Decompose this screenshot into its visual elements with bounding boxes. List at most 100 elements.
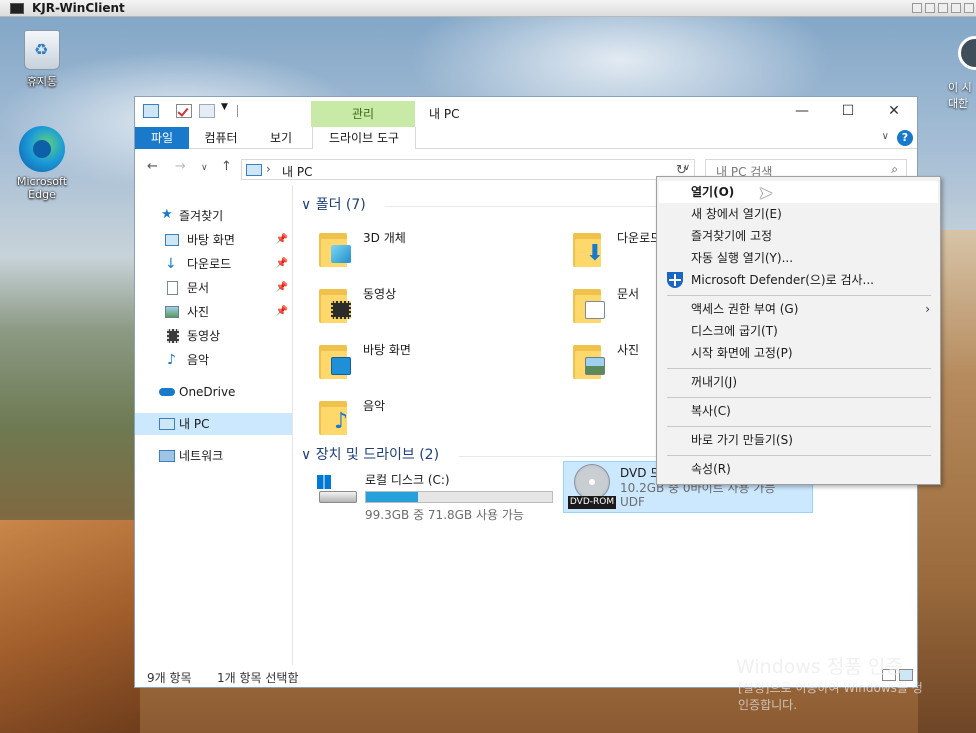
- folder-icon: [573, 341, 605, 381]
- computer-icon: [159, 418, 175, 430]
- folder-3d-objects[interactable]: 3D 개체: [319, 225, 439, 275]
- nav-item-pictures[interactable]: 사진 📌: [135, 301, 292, 323]
- ribbon-tabs: 파일 컴퓨터 보기 드라이브 도구 ∨ ?: [135, 127, 917, 149]
- drive-local-c[interactable]: 로컬 디스크 (C:) 99.3GB 중 71.8GB 사용 가능: [313, 469, 561, 523]
- menu-label: 꺼내기(J): [691, 375, 738, 389]
- desktop-icon-partial[interactable]: 이 시 대한: [948, 80, 972, 112]
- menu-label: 디스크에 굽기(T): [691, 324, 778, 338]
- minimize-icon[interactable]: [912, 3, 922, 13]
- pin-icon[interactable]: 📌: [276, 301, 288, 323]
- folder-desktop[interactable]: 바탕 화면: [319, 337, 439, 387]
- submenu-arrow-icon: ›: [925, 302, 930, 316]
- menu-item-autoplay[interactable]: 자동 실행 열기(Y)...: [659, 247, 938, 269]
- nav-label: 다운로드: [187, 257, 232, 271]
- tab-computer[interactable]: 컴퓨터: [191, 127, 251, 149]
- nav-item-network[interactable]: 네트워크: [135, 445, 292, 467]
- menu-item-copy[interactable]: 복사(C): [659, 400, 938, 422]
- menu-item-burn-disc[interactable]: 디스크에 굽기(T): [659, 320, 938, 342]
- forward-arrow-icon[interactable]: →: [175, 159, 186, 174]
- desktop-icon-edge[interactable]: Microsoft Edge: [10, 126, 74, 201]
- activation-line: 인증합니다.: [738, 698, 798, 712]
- desktop-icon: [331, 357, 351, 375]
- navigation-pane: ★ 즐겨찾기 바탕 화면 📌 ↓ 다운로드 📌 문서 📌 사진 📌 동영상 ♪ …: [135, 185, 293, 665]
- tab-manage[interactable]: 관리: [311, 101, 415, 127]
- menu-item-defender-scan[interactable]: Microsoft Defender(으)로 검사...: [659, 269, 938, 291]
- nav-item-videos[interactable]: 동영상: [135, 325, 292, 347]
- document-icon: [167, 281, 178, 295]
- nav-item-this-pc[interactable]: 내 PC: [135, 413, 292, 435]
- remote-client-titlebar[interactable]: KJR-WinClient: [0, 0, 976, 17]
- menu-separator: [667, 368, 931, 369]
- chevron-down-icon: ∨: [301, 447, 316, 463]
- breadcrumb[interactable]: 내 PC: [282, 163, 312, 180]
- desktop-icon-recycle-bin[interactable]: 휴지통: [10, 30, 74, 89]
- folder-icon: [319, 285, 351, 325]
- pin-icon[interactable]: 📌: [276, 253, 288, 275]
- nav-item-downloads[interactable]: ↓ 다운로드 📌: [135, 253, 292, 275]
- chevron-down-icon: ∨: [301, 197, 316, 213]
- gear-icon[interactable]: [964, 3, 974, 13]
- new-folder-icon[interactable]: [199, 104, 215, 118]
- tab-drive-tools[interactable]: 드라이브 도구: [312, 127, 416, 149]
- close-button[interactable]: ✕: [871, 97, 917, 125]
- address-input[interactable]: › 내 PC ∨: [241, 159, 695, 180]
- menu-item-pin-quick-access[interactable]: 즐겨찾기에 고정: [659, 225, 938, 247]
- flag-icon[interactable]: [951, 3, 961, 13]
- wallpaper-cliff: [0, 520, 140, 733]
- cube-icon: [331, 245, 351, 263]
- explorer-title: 내 PC: [429, 107, 460, 121]
- nav-label: 음악: [187, 353, 210, 367]
- menu-item-eject[interactable]: 꺼내기(J): [659, 371, 938, 393]
- folder-label: 3D 개체: [363, 231, 406, 245]
- document-icon: [585, 301, 605, 319]
- tab-file[interactable]: 파일: [135, 127, 189, 149]
- nav-quick-access[interactable]: ★ 즐겨찾기: [135, 205, 292, 227]
- properties-icon[interactable]: [176, 104, 192, 118]
- menu-item-create-shortcut[interactable]: 바로 가기 만들기(S): [659, 429, 938, 451]
- menu-label: 액세스 권한 부여 (G): [691, 302, 799, 316]
- menu-item-give-access[interactable]: 액세스 권한 부여 (G) ›: [659, 298, 938, 320]
- explorer-titlebar[interactable]: ▼ 관리 내 PC — ☐ ✕: [135, 97, 917, 127]
- chevron-down-icon[interactable]: ∨: [882, 131, 889, 142]
- folder-music[interactable]: ♪ 음악: [319, 393, 439, 443]
- help-icon[interactable]: ?: [897, 130, 913, 146]
- minimize-button[interactable]: —: [779, 97, 825, 125]
- menu-item-properties[interactable]: 속성(R): [659, 458, 938, 480]
- menu-item-open[interactable]: 열기(O): [659, 181, 938, 203]
- nav-item-music[interactable]: ♪ 음악: [135, 349, 292, 371]
- group-header-folders[interactable]: ∨ 폴더 (7): [301, 195, 366, 215]
- pictures-icon: [165, 306, 179, 318]
- folder-icon: ♪: [319, 397, 349, 437]
- nav-label: 즐겨찾기: [179, 209, 224, 223]
- menu-item-pin-start[interactable]: 시작 화면에 고정(P): [659, 342, 938, 364]
- nav-item-onedrive[interactable]: OneDrive: [135, 381, 292, 403]
- remote-client-controls: [912, 3, 974, 13]
- folder-videos[interactable]: 동영상: [319, 281, 439, 331]
- dvd-icon: DVD-ROM: [568, 464, 616, 510]
- maximize-button[interactable]: ☐: [825, 97, 871, 125]
- nav-label: 네트워크: [179, 449, 224, 463]
- menu-item-open-new-window[interactable]: 새 창에서 열기(E): [659, 203, 938, 225]
- pin-icon[interactable]: 📌: [276, 277, 288, 299]
- restore-icon[interactable]: [925, 3, 935, 13]
- tab-view[interactable]: 보기: [257, 127, 305, 149]
- dvd-rom-badge: DVD-ROM: [568, 496, 616, 509]
- desktop-icon-label: Microsoft Edge: [16, 175, 68, 201]
- nav-item-desktop[interactable]: 바탕 화면 📌: [135, 229, 292, 251]
- activation-watermark-title: Windows 정품 인증: [736, 656, 903, 678]
- screen-icon[interactable]: [938, 3, 948, 13]
- remote-client-title: KJR-WinClient: [32, 1, 125, 15]
- up-arrow-icon[interactable]: ↑: [221, 159, 232, 174]
- divider: [237, 105, 238, 117]
- breadcrumb-chevron-icon[interactable]: ›: [266, 162, 271, 176]
- recent-locations-icon[interactable]: ∨: [201, 163, 208, 173]
- back-arrow-icon[interactable]: ←: [147, 159, 158, 174]
- group-header-drives[interactable]: ∨ 장치 및 드라이브 (2): [301, 445, 439, 465]
- pin-icon[interactable]: 📌: [276, 229, 288, 251]
- folder-label: 음악: [363, 399, 386, 413]
- cloud-icon: [159, 388, 175, 396]
- download-arrow-icon: ↓: [165, 256, 177, 272]
- nav-label: 사진: [187, 305, 210, 319]
- quick-access-dropdown-icon[interactable]: ▼: [221, 102, 228, 112]
- nav-item-documents[interactable]: 문서 📌: [135, 277, 292, 299]
